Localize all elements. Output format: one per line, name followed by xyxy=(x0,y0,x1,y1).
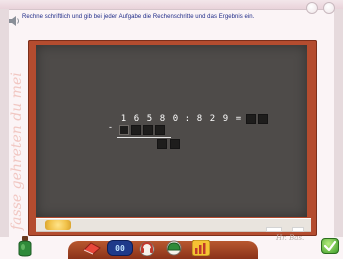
green-cap-button[interactable] xyxy=(163,240,185,256)
window-right-border xyxy=(334,9,343,237)
dividend-digit: 0 xyxy=(172,114,179,124)
close-button[interactable] xyxy=(323,2,335,14)
step-digit-input[interactable] xyxy=(143,125,153,135)
bar-chart-icon xyxy=(192,240,210,256)
speaker-icon[interactable] xyxy=(8,14,20,26)
subtraction-sign: - xyxy=(109,122,112,132)
eraser-button[interactable] xyxy=(81,240,103,256)
result-digit-input[interactable] xyxy=(246,114,256,124)
chalkboard xyxy=(36,45,307,217)
chalk-icon xyxy=(266,227,282,232)
division-operator: : xyxy=(184,114,191,124)
decorative-side-script: fasse gehreten du mei xyxy=(5,72,25,234)
step-digit-input[interactable] xyxy=(155,125,165,135)
dividend-digit: 1 xyxy=(120,114,127,124)
checkmark-icon xyxy=(322,239,338,258)
signature: Hr. Bas. xyxy=(276,234,305,242)
ink-bottle-icon xyxy=(16,235,34,257)
ok-button[interactable] xyxy=(321,238,339,254)
subtraction-line xyxy=(117,137,171,138)
remainder-digit-input[interactable] xyxy=(170,139,180,149)
headphones-icon xyxy=(138,240,156,256)
counter-label: 00 xyxy=(115,243,125,253)
green-cap-icon xyxy=(164,240,184,256)
result-digit-input[interactable] xyxy=(258,114,268,124)
task-instruction: Rechne schriftlich und gib bei jeder Auf… xyxy=(22,14,255,20)
dividend-digit: 5 xyxy=(146,114,153,124)
dividend-digit: 8 xyxy=(159,114,166,124)
remainder-digit-input[interactable] xyxy=(157,139,167,149)
dividend-digit: 6 xyxy=(133,114,140,124)
side-script-text: fasse gehreten du mei xyxy=(9,72,25,230)
divisor-digit: 2 xyxy=(209,114,216,124)
step-digit-input[interactable] xyxy=(119,125,129,135)
chalk-icon xyxy=(292,227,304,232)
step-digit-input[interactable] xyxy=(131,125,141,135)
divisor-digit: 9 xyxy=(222,114,229,124)
minimize-button[interactable] xyxy=(306,2,318,14)
eraser-icon xyxy=(82,241,102,255)
divisor-digit: 8 xyxy=(196,114,203,124)
headphones-button[interactable] xyxy=(137,240,157,256)
window-top-bar xyxy=(0,0,343,10)
statistics-button[interactable] xyxy=(191,240,211,256)
app-window: Rechne schriftlich und gib bei jeder Auf… xyxy=(0,0,343,259)
sponge-icon[interactable] xyxy=(45,220,71,230)
counter-display[interactable]: 00 xyxy=(107,240,133,256)
equals-sign: = xyxy=(235,114,242,124)
